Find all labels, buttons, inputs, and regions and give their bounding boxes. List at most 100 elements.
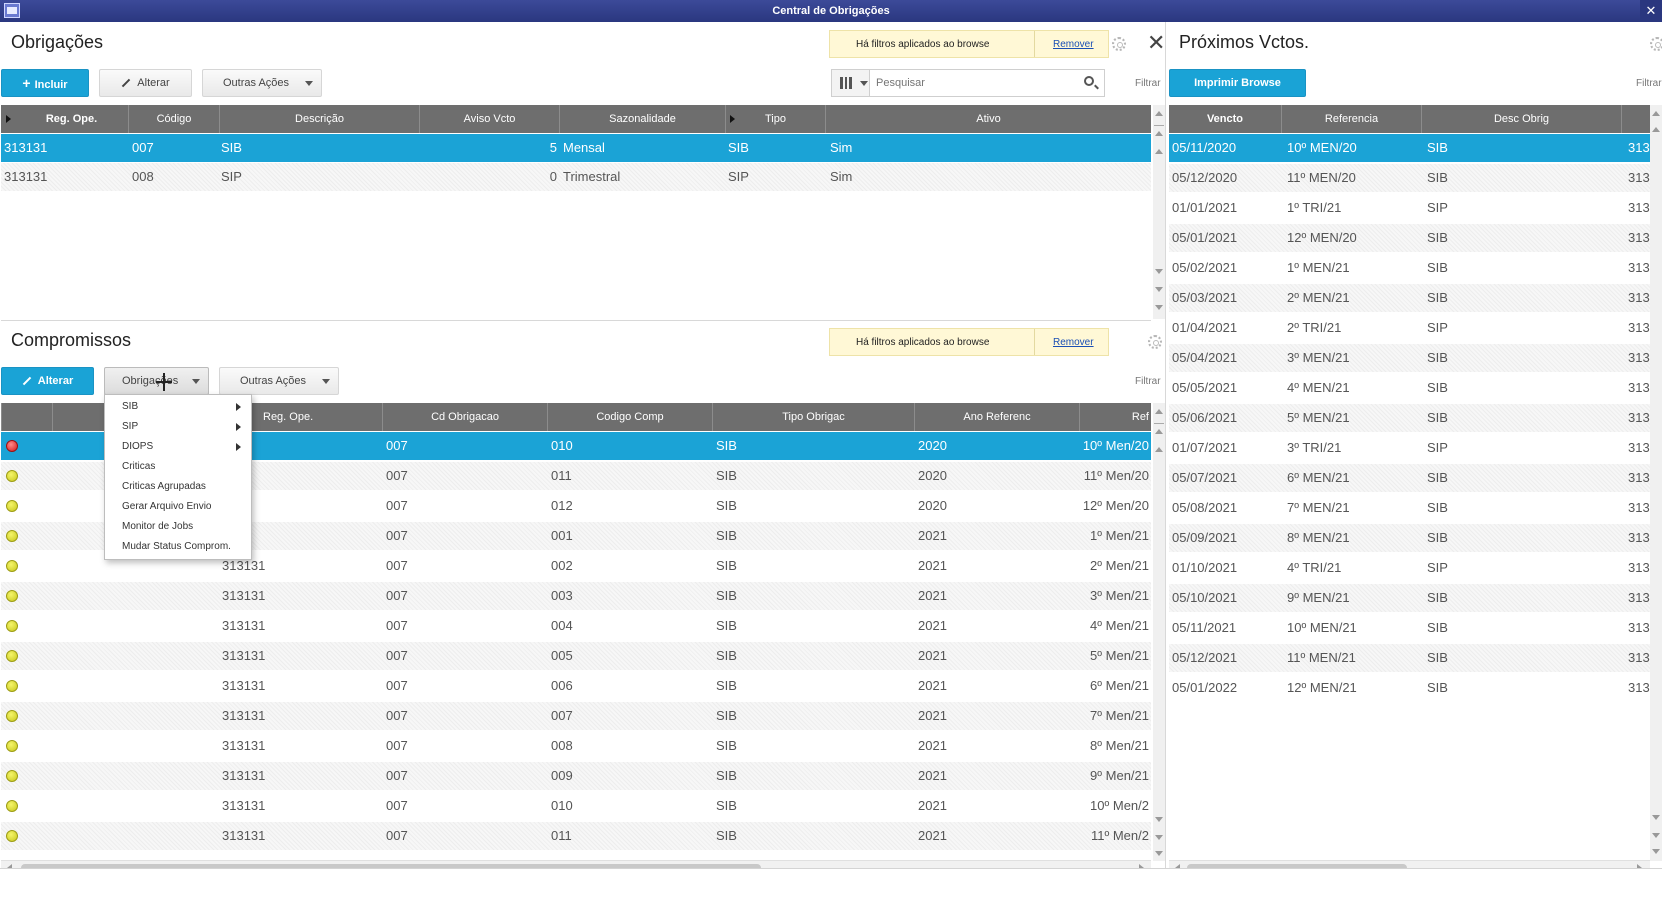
col-status[interactable] <box>1 403 53 431</box>
compromissos-row[interactable]: 313131 007 009 SIB 2021 9º Men/21 <box>1 762 1151 790</box>
obrigacoes-vertical-scrollbar[interactable] <box>1153 105 1165 319</box>
proximos-row[interactable]: 01/07/2021 3º TRI/21 SIP 313 <box>1169 434 1650 462</box>
imprimir-browse-button[interactable]: Imprimir Browse <box>1169 69 1306 97</box>
scroll-up-icon[interactable] <box>1155 429 1163 434</box>
proximos-row[interactable]: 05/12/2021 11º MEN/21 SIB 313 <box>1169 644 1650 672</box>
proximos-row[interactable]: 05/01/2022 12º MEN/21 SIB 313 <box>1169 674 1650 702</box>
proximos-row[interactable]: 05/11/2020 10º MEN/20 SIB 313 <box>1169 134 1650 162</box>
proximos-row[interactable]: 05/04/2021 3º MEN/21 SIB 313 <box>1169 344 1650 372</box>
menu-item-mudar-status-comprom[interactable]: Mudar Status Comprom. <box>105 537 251 557</box>
proximos-row[interactable]: 01/01/2021 1º TRI/21 SIP 313 <box>1169 194 1650 222</box>
compromissos-row[interactable]: 313131 007 004 SIB 2021 4º Men/21 <box>1 612 1151 640</box>
scroll-down-icon[interactable] <box>1155 287 1163 292</box>
scroll-up-icon[interactable] <box>1155 409 1163 414</box>
col-codigo-comp[interactable]: Codigo Comp <box>548 403 713 431</box>
proximos-filtrar-link[interactable]: Filtrar <box>1636 78 1662 89</box>
cell-cd-obrigacao: 007 <box>386 558 408 573</box>
remove-filter-link[interactable]: Remover <box>1053 337 1094 348</box>
menu-item-monitor-de-jobs[interactable]: Monitor de Jobs <box>105 517 251 537</box>
col-tipo-obrigac[interactable]: Tipo Obrigac <box>713 403 915 431</box>
menu-item-gerar-arquivo-envio[interactable]: Gerar Arquivo Envio <box>105 497 251 517</box>
compromissos-alterar-button[interactable]: Alterar <box>1 367 94 395</box>
menu-item-diops[interactable]: DIOPS <box>105 437 251 457</box>
menu-item-criticas[interactable]: Criticas <box>105 457 251 477</box>
col-ref[interactable]: Ref <box>1080 403 1151 431</box>
proximos-row[interactable]: 05/11/2021 10º MEN/21 SIB 313 <box>1169 614 1650 642</box>
obrigacoes-alterar-button[interactable]: Alterar <box>99 69 192 97</box>
proximos-settings-gear-icon[interactable] <box>1650 37 1662 51</box>
col-aviso-vcto[interactable]: Aviso Vcto <box>420 105 560 133</box>
horizontal-splitter[interactable] <box>1 320 1151 321</box>
columns-toggle-button[interactable] <box>832 70 870 96</box>
col-reg-ope[interactable]: Reg. Ope. <box>15 105 129 133</box>
compromissos-row[interactable]: 313131 007 003 SIB 2021 3º Men/21 <box>1 582 1151 610</box>
col-desc-obrig[interactable]: Desc Obrig <box>1422 105 1622 133</box>
proximos-row[interactable]: 01/04/2021 2º TRI/21 SIP 313 <box>1169 314 1650 342</box>
scroll-down-icon[interactable] <box>1652 849 1660 854</box>
col-tipo[interactable]: Tipo <box>726 105 826 133</box>
scroll-down-icon[interactable] <box>1155 305 1163 310</box>
proximos-row[interactable]: 05/01/2021 12º MEN/20 SIB 313 <box>1169 224 1650 252</box>
obrigacoes-row[interactable]: 313131 007 SIB 5 Mensal SIB Sim <box>1 134 1151 162</box>
proximos-row[interactable]: 05/08/2021 7º MEN/21 SIB 313 <box>1169 494 1650 522</box>
proximos-vertical-scrollbar[interactable] <box>1650 105 1662 861</box>
col-sazonalidade[interactable]: Sazonalidade <box>560 105 726 133</box>
cell-descricao: SIB <box>221 140 242 155</box>
scroll-up-icon[interactable] <box>1155 149 1163 154</box>
menu-item-criticas-agrupadas[interactable]: Criticas Agrupadas <box>105 477 251 497</box>
col-referencia[interactable]: Referencia <box>1282 105 1422 133</box>
col-ativo[interactable]: Ativo <box>826 105 1151 133</box>
obrigacoes-outras-acoes-button[interactable]: Outras Ações <box>202 69 322 97</box>
compromissos-row[interactable]: 313131 007 006 SIB 2021 6º Men/21 <box>1 672 1151 700</box>
incluir-button[interactable]: + Incluir <box>1 69 89 97</box>
scroll-up-icon[interactable] <box>1155 131 1163 136</box>
close-panel-icon[interactable]: ✕ <box>1147 32 1165 54</box>
proximos-row[interactable]: 05/12/2020 11º MEN/20 SIB 313 <box>1169 164 1650 192</box>
remove-filter-link[interactable]: Remover <box>1053 39 1094 50</box>
obrigacoes-row[interactable]: 313131 008 SIP 0 Trimestral SIP Sim <box>1 163 1151 191</box>
proximos-row[interactable]: 05/05/2021 4º MEN/21 SIB 313 <box>1169 374 1650 402</box>
menu-item-sip[interactable]: SIP <box>105 417 251 437</box>
window-close-icon[interactable]: ✕ <box>1640 0 1662 22</box>
compromissos-settings-gear-icon[interactable] <box>1148 335 1162 349</box>
col-vencto[interactable]: Vencto <box>1169 105 1282 133</box>
compromissos-filtrar-link[interactable]: Filtrar <box>1135 376 1161 387</box>
proximos-row[interactable]: 05/02/2021 1º MEN/21 SIB 313 <box>1169 254 1650 282</box>
proximos-row[interactable]: 05/03/2021 2º MEN/21 SIB 313 <box>1169 284 1650 312</box>
scroll-up-icon[interactable] <box>1155 447 1163 452</box>
col-ano-referenc[interactable]: Ano Referenc <box>915 403 1080 431</box>
proximos-row[interactable]: 01/10/2021 4º TRI/21 SIP 313 <box>1169 554 1650 582</box>
compromissos-row[interactable]: 313131 007 011 SIB 2021 11º Men/2 <box>1 822 1151 850</box>
vertical-splitter[interactable] <box>1165 22 1166 868</box>
scroll-down-icon[interactable] <box>1155 851 1163 856</box>
scroll-down-icon[interactable] <box>1155 835 1163 840</box>
scroll-up-icon[interactable] <box>1155 111 1163 116</box>
proximos-row[interactable]: 05/09/2021 8º MEN/21 SIB 313 <box>1169 524 1650 552</box>
col-codigo[interactable]: Código <box>129 105 220 133</box>
obrigacoes-filtrar-link[interactable]: Filtrar <box>1135 78 1161 89</box>
obrigacoes-settings-gear-icon[interactable] <box>1112 37 1126 51</box>
scroll-down-icon[interactable] <box>1155 817 1163 822</box>
cell-vencto: 01/10/2021 <box>1172 560 1238 575</box>
cell-cd-obrigacao: 007 <box>386 648 408 663</box>
col-cd-obrigacao[interactable]: Cd Obrigacao <box>383 403 548 431</box>
scroll-down-icon[interactable] <box>1652 833 1660 838</box>
menu-item-sib[interactable]: SIB <box>105 397 251 417</box>
proximos-row[interactable]: 05/10/2021 9º MEN/21 SIB 313 <box>1169 584 1650 612</box>
search-input[interactable] <box>876 74 1056 92</box>
scroll-down-icon[interactable] <box>1652 815 1660 820</box>
proximos-row[interactable]: 05/07/2021 6º MEN/21 SIB 313 <box>1169 464 1650 492</box>
compromissos-row[interactable]: 313131 007 005 SIB 2021 5º Men/21 <box>1 642 1151 670</box>
proximos-row[interactable]: 05/06/2021 5º MEN/21 SIB 313 <box>1169 404 1650 432</box>
col-blank[interactable] <box>53 403 108 431</box>
scroll-up-icon[interactable] <box>1652 127 1660 132</box>
search-icon[interactable] <box>1084 76 1094 86</box>
compromissos-row[interactable]: 313131 007 007 SIB 2021 7º Men/21 <box>1 702 1151 730</box>
compromissos-row[interactable]: 313131 007 008 SIB 2021 8º Men/21 <box>1 732 1151 760</box>
col-descricao[interactable]: Descrição <box>220 105 420 133</box>
compromissos-outras-acoes-button[interactable]: Outras Ações <box>219 367 339 395</box>
compromissos-row[interactable]: 313131 007 010 SIB 2021 10º Men/2 <box>1 792 1151 820</box>
compromissos-vertical-scrollbar[interactable] <box>1153 403 1165 861</box>
scroll-up-icon[interactable] <box>1652 111 1660 116</box>
scroll-down-icon[interactable] <box>1155 269 1163 274</box>
